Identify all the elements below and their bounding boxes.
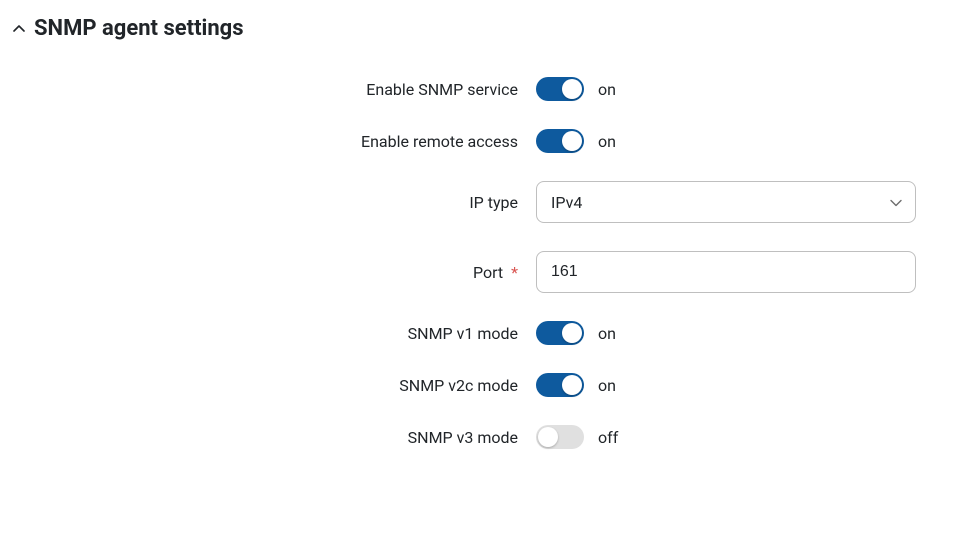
- label-ip-type: IP type: [12, 193, 536, 212]
- row-snmp-v3-mode: SNMP v3 mode off: [12, 425, 957, 449]
- row-ip-type: IP type IPv4: [12, 181, 957, 223]
- toggle-state-snmp-v2c-mode: on: [598, 376, 616, 395]
- select-ip-type[interactable]: IPv4: [536, 181, 916, 223]
- input-port[interactable]: [536, 251, 916, 293]
- row-snmp-v2c-mode: SNMP v2c mode on: [12, 373, 957, 397]
- toggle-enable-remote-access[interactable]: [536, 129, 584, 153]
- chevron-up-icon: [12, 22, 26, 36]
- label-enable-snmp-service: Enable SNMP service: [12, 80, 536, 99]
- label-port: Port: [473, 263, 503, 282]
- label-enable-remote-access: Enable remote access: [12, 132, 536, 151]
- toggle-state-enable-snmp-service: on: [598, 80, 616, 99]
- section-title: SNMP agent settings: [34, 16, 244, 41]
- row-port: Port *: [12, 251, 957, 293]
- required-mark: *: [511, 263, 518, 282]
- toggle-state-enable-remote-access: on: [598, 132, 616, 151]
- label-snmp-v1-mode: SNMP v1 mode: [12, 324, 536, 343]
- row-snmp-v1-mode: SNMP v1 mode on: [12, 321, 957, 345]
- toggle-snmp-v1-mode[interactable]: [536, 321, 584, 345]
- label-snmp-v2c-mode: SNMP v2c mode: [12, 376, 536, 395]
- select-ip-type-value: IPv4: [551, 193, 582, 212]
- row-enable-snmp-service: Enable SNMP service on: [12, 77, 957, 101]
- toggle-snmp-v2c-mode[interactable]: [536, 373, 584, 397]
- row-enable-remote-access: Enable remote access on: [12, 129, 957, 153]
- toggle-enable-snmp-service[interactable]: [536, 77, 584, 101]
- toggle-snmp-v3-mode[interactable]: [536, 425, 584, 449]
- label-snmp-v3-mode: SNMP v3 mode: [12, 428, 536, 447]
- toggle-state-snmp-v1-mode: on: [598, 324, 616, 343]
- section-header[interactable]: SNMP agent settings: [12, 16, 957, 41]
- toggle-state-snmp-v3-mode: off: [598, 428, 618, 447]
